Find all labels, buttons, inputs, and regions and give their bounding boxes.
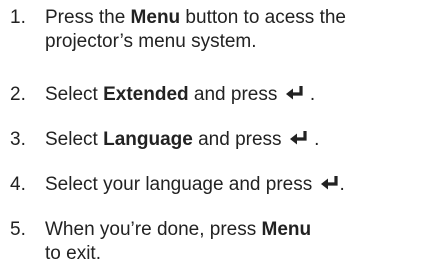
instruction-list: 1. Press the Menu button to acess the pro… bbox=[0, 0, 436, 280]
step-number: 4. bbox=[10, 174, 26, 195]
step-text: Select your language and press . bbox=[45, 173, 433, 197]
enter-icon bbox=[285, 85, 305, 101]
step-text-lead: Press the bbox=[45, 7, 131, 28]
language-option-name: Language bbox=[103, 129, 193, 150]
step-number: 1. bbox=[10, 7, 26, 28]
step-text: When you’re done, press Menu to exit. bbox=[45, 218, 433, 266]
step-text-tail: and press bbox=[192, 129, 282, 150]
enter-icon bbox=[289, 130, 309, 146]
menu-button-name: Menu bbox=[261, 219, 312, 240]
step-text-continued: to exit. bbox=[45, 243, 101, 264]
step-text-tail: button to acess the bbox=[180, 7, 346, 28]
step-period: . bbox=[339, 174, 345, 195]
step-text: Select Language and press . bbox=[45, 128, 433, 152]
step-text-lead: When you’re done, press bbox=[45, 219, 262, 240]
enter-icon bbox=[320, 175, 340, 191]
step-text-lead: Select bbox=[45, 129, 104, 150]
step-number: 2. bbox=[10, 84, 26, 105]
step-text: Press the Menu button to acess the projec… bbox=[45, 6, 433, 54]
step-text-tail: and press bbox=[188, 84, 278, 105]
step-text-continued: projector’s menu system. bbox=[45, 31, 257, 52]
step-text-lead: Select bbox=[45, 84, 104, 105]
step-number: 5. bbox=[10, 219, 26, 240]
step-number: 3. bbox=[10, 129, 26, 150]
step-period: . bbox=[314, 129, 320, 150]
menu-button-name: Menu bbox=[130, 7, 181, 28]
step-period: . bbox=[309, 84, 316, 105]
step-text-lead: Select your language and press bbox=[45, 174, 313, 195]
extended-option-name: Extended bbox=[103, 84, 189, 105]
step-text: Select Extended and press . bbox=[45, 83, 433, 107]
